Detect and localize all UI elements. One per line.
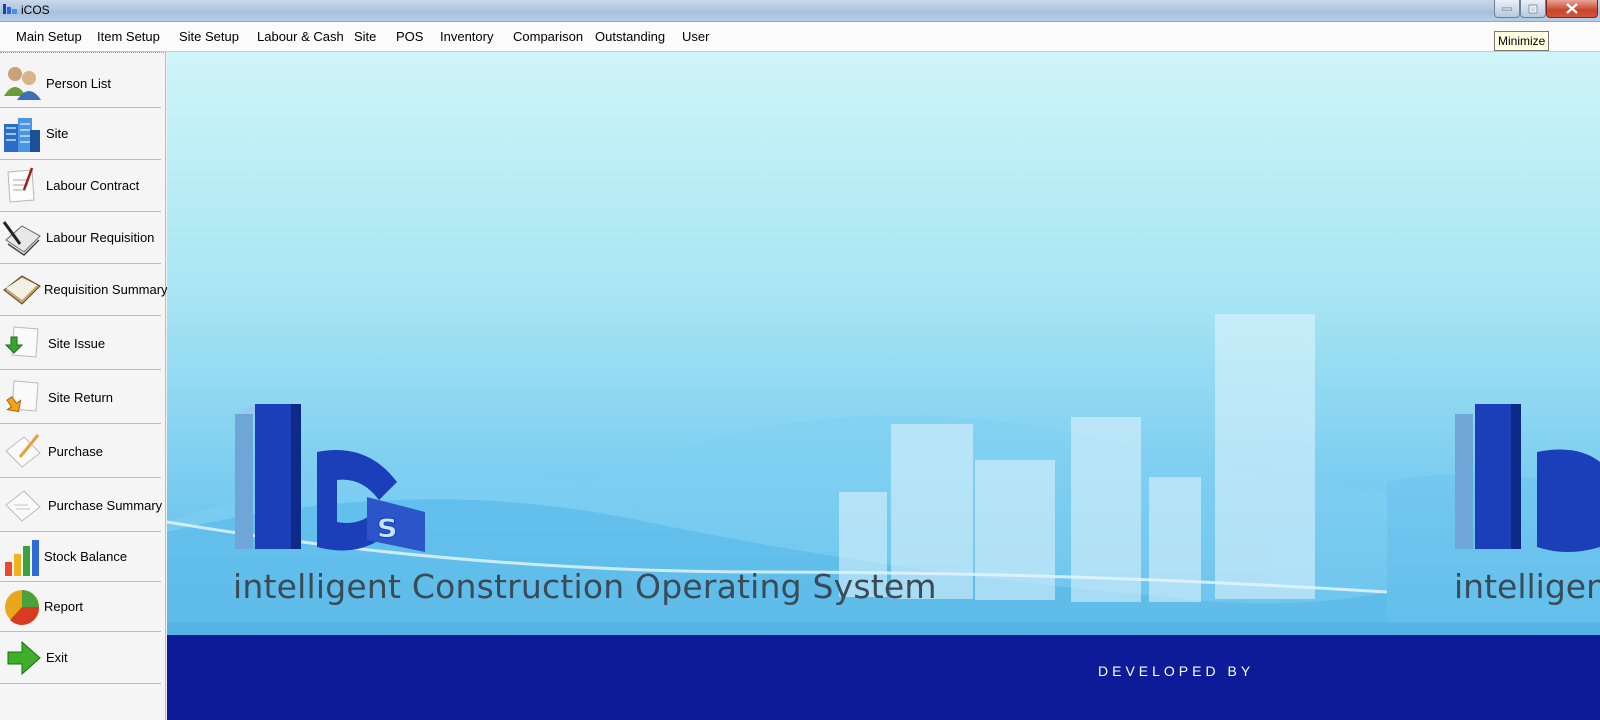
sidebar-item-site-return[interactable]: Site Return (0, 370, 161, 424)
menu-site-setup[interactable]: Site Setup (179, 29, 239, 44)
sidebar-item-exit[interactable]: Exit (0, 632, 161, 684)
sidebar-item-purchase[interactable]: Purchase (0, 424, 161, 478)
app-logo-icon (3, 4, 17, 14)
restore-button[interactable] (1520, 0, 1546, 18)
sidebar-item-labour-contract[interactable]: Labour Contract (0, 160, 161, 212)
requisition-icon (2, 221, 41, 256)
pie-chart-icon (5, 590, 40, 625)
menu-item-setup[interactable]: Item Setup (97, 29, 160, 44)
exit-arrow-icon (7, 640, 41, 676)
menu-pos[interactable]: POS (396, 29, 423, 44)
sidebar-item-label: Exit (46, 650, 68, 665)
sidebar-item-person-list[interactable]: Person List (0, 54, 161, 108)
purchase-icon (5, 434, 41, 468)
minimize-button[interactable] (1494, 0, 1520, 18)
sidebar-item-label: Site Issue (48, 336, 106, 351)
banner-artwork: s Asia (167, 314, 1600, 700)
sidebar-item-labour-requisition[interactable]: Labour Requisition (0, 212, 161, 264)
sidebar-item-label: Report (44, 599, 84, 614)
title-bar: iCOS (0, 0, 1600, 22)
developed-by-label: DEVELOPED BY (1098, 663, 1255, 679)
sidebar-item-stock-balance[interactable]: Stock Balance (0, 532, 161, 582)
person-list-icon (4, 67, 41, 100)
summary-book-icon (3, 275, 41, 305)
sidebar-item-label: Labour Requisition (46, 230, 155, 245)
sidebar-item-site-issue[interactable]: Site Issue (0, 316, 161, 370)
bar-chart-icon (5, 540, 39, 576)
sidebar: Person List Site Labour Contract Labour … (0, 52, 168, 720)
footer-band (167, 635, 1600, 720)
sidebar-item-label: Purchase Summary (48, 498, 163, 513)
site-return-icon (6, 380, 39, 413)
svg-text:s: s (377, 506, 397, 546)
menu-inventory[interactable]: Inventory (440, 29, 493, 44)
splash-banner: s Asia intelligent Construction Operatin… (167, 52, 1600, 720)
site-issue-icon (4, 326, 39, 358)
buildings-icon (4, 118, 40, 152)
menu-main-setup[interactable]: Main Setup (16, 29, 82, 44)
menu-comparison[interactable]: Comparison (513, 29, 583, 44)
sidebar-item-label: Site (46, 126, 69, 141)
contract-icon (7, 167, 35, 203)
menu-user[interactable]: User (682, 29, 709, 44)
menu-labour-cash[interactable]: Labour & Cash (257, 29, 344, 44)
tagline: intelligent Construction Operating Syste… (233, 567, 937, 606)
purchase-summary-icon (5, 490, 41, 522)
sidebar-item-label: Purchase (48, 444, 103, 459)
tagline-repeat: intelligen (1454, 567, 1600, 606)
sidebar-item-label: Requisition Summary (44, 282, 168, 297)
minimize-icon (1502, 7, 1512, 10)
menu-site[interactable]: Site (354, 29, 376, 44)
menu-bar: Main Setup Item Setup Site Setup Labour … (0, 22, 1600, 52)
sidebar-item-label: Stock Balance (44, 549, 128, 564)
restore-icon (1528, 4, 1538, 13)
sidebar-item-report[interactable]: Report (0, 582, 161, 632)
close-button[interactable] (1546, 0, 1598, 18)
close-icon (1566, 3, 1578, 14)
sidebar-item-requisition-summary[interactable]: Requisition Summary (0, 264, 168, 316)
menu-outstanding[interactable]: Outstanding (595, 29, 665, 44)
sidebar-item-label: Site Return (48, 390, 114, 405)
sidebar-item-site[interactable]: Site (0, 108, 161, 160)
sidebar-item-purchase-summary[interactable]: Purchase Summary (0, 478, 163, 532)
window-title: iCOS (21, 3, 50, 17)
sidebar-item-label: Labour Contract (46, 178, 140, 193)
sidebar-item-label: Person List (46, 76, 112, 91)
minimize-tooltip: Minimize (1494, 31, 1550, 51)
